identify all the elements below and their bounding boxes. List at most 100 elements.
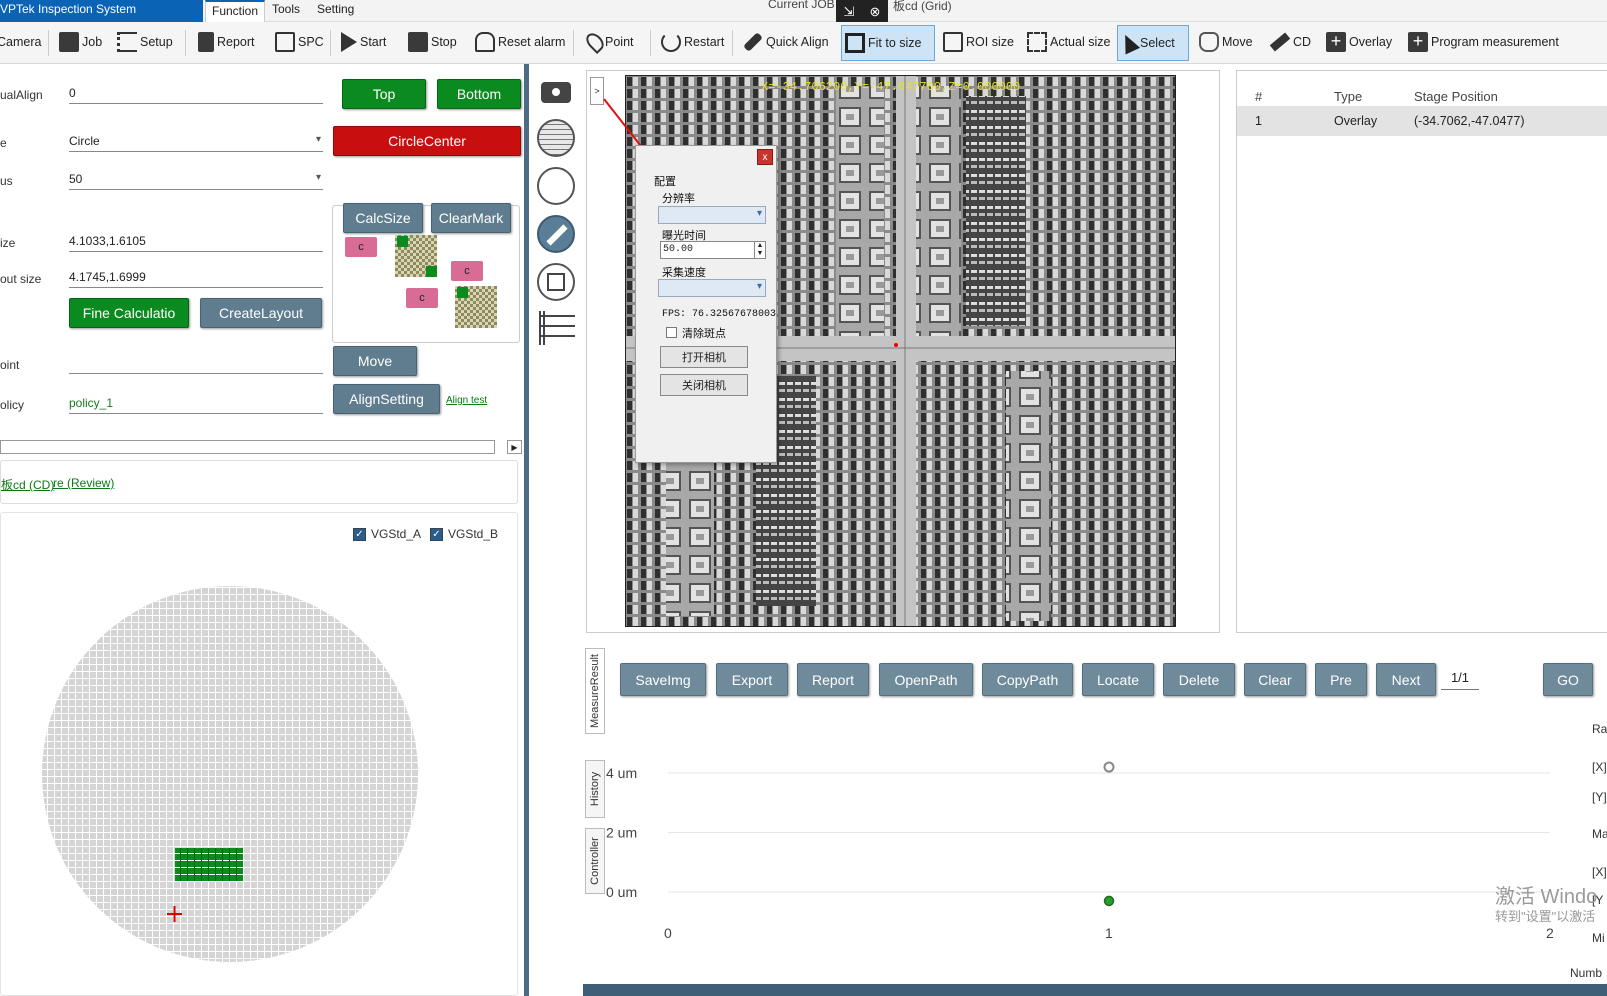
visual-align-field[interactable]: 0 bbox=[69, 86, 323, 104]
vgstd-b-checkbox[interactable]: ✓ VGStd_B bbox=[430, 527, 498, 541]
program-measurement-button[interactable]: + Program measurement bbox=[1405, 26, 1562, 58]
resolution-select[interactable] bbox=[658, 206, 766, 224]
calc-size-button[interactable]: CalcSize bbox=[343, 203, 423, 233]
dialog-close-button[interactable]: x bbox=[757, 149, 773, 165]
recipe-links: 板cd (CD) re (Review) bbox=[0, 460, 518, 504]
type-select[interactable]: Circle bbox=[69, 134, 323, 152]
checklist-icon[interactable] bbox=[539, 311, 575, 345]
plus-icon: + bbox=[1326, 32, 1346, 52]
refresh-icon bbox=[661, 32, 681, 52]
fine-calculation-button[interactable]: Fine Calculatio bbox=[69, 298, 189, 328]
scroll-right-button[interactable]: ▶ bbox=[507, 440, 522, 454]
x-tick-label: 2 bbox=[1546, 925, 1554, 941]
point-label: Point bbox=[605, 35, 634, 49]
select-button[interactable]: Select bbox=[1117, 25, 1189, 61]
status-bar bbox=[583, 984, 1607, 996]
move-button[interactable]: Move bbox=[333, 346, 417, 376]
spc-label: SPC bbox=[298, 35, 324, 49]
top-button[interactable]: Top bbox=[342, 79, 426, 109]
reset-alarm-button[interactable]: Reset alarm bbox=[472, 26, 568, 58]
wafer-grid-icon[interactable] bbox=[537, 119, 575, 157]
policy-field[interactable]: policy_1 bbox=[69, 396, 323, 414]
mark-badge: c bbox=[406, 288, 438, 308]
align-setting-button[interactable]: AlignSetting bbox=[333, 384, 440, 414]
speed-select[interactable] bbox=[658, 279, 766, 297]
actual-size-button[interactable]: Actual size bbox=[1024, 26, 1113, 58]
job-button[interactable]: Job bbox=[56, 26, 105, 58]
move-tool-button[interactable]: Move bbox=[1196, 26, 1256, 58]
export-button[interactable]: Export bbox=[716, 663, 788, 696]
location-pin-icon bbox=[582, 29, 608, 55]
activation-watermark: 激活 Windo bbox=[1495, 886, 1598, 908]
table-row[interactable]: 1 Overlay (-34.7062,-47.0477) bbox=[1237, 106, 1607, 136]
layout-size-field[interactable]: 4.1745,1.6999 bbox=[69, 270, 323, 288]
chart-icon bbox=[275, 32, 295, 52]
menu-setting[interactable]: Setting bbox=[311, 0, 360, 22]
review-recipe-link[interactable]: re (Review) bbox=[53, 476, 114, 490]
menu-function[interactable]: Function bbox=[205, 0, 266, 22]
max-x-label: [X] bbox=[1592, 865, 1607, 879]
clear-button[interactable]: Clear bbox=[1244, 663, 1306, 696]
floating-control-bar: ⇲ ⊗ bbox=[836, 0, 888, 24]
cd-recipe-link[interactable]: 板cd (CD) bbox=[1, 476, 54, 493]
pin-icon[interactable]: ⇲ bbox=[844, 4, 855, 20]
align-test-link[interactable]: Align test bbox=[446, 395, 487, 406]
locate-button[interactable]: Locate bbox=[1082, 663, 1154, 696]
number-label: Numb bbox=[1570, 966, 1603, 980]
vgstd-a-checkbox[interactable]: ✓ VGStd_A bbox=[353, 527, 421, 541]
close-icon[interactable]: ⊗ bbox=[870, 4, 881, 20]
job-title-tail: 板cd (Grid) bbox=[893, 0, 952, 13]
data-point bbox=[1103, 895, 1115, 907]
report-result-button[interactable]: Report bbox=[797, 663, 869, 696]
spin-arrows-icon[interactable]: ▲ ▼ bbox=[754, 242, 765, 258]
go-button[interactable]: GO bbox=[1543, 663, 1593, 696]
start-button[interactable]: Start bbox=[338, 26, 389, 58]
create-layout-button[interactable]: CreateLayout bbox=[200, 298, 322, 328]
stop-button[interactable]: Stop bbox=[405, 26, 460, 58]
cursor-icon bbox=[1117, 31, 1141, 55]
overlay-button[interactable]: + Overlay bbox=[1323, 26, 1395, 58]
menu-tools[interactable]: Tools bbox=[266, 0, 306, 22]
open-path-button[interactable]: OpenPath bbox=[879, 663, 973, 696]
wafer-map[interactable] bbox=[41, 553, 441, 993]
roi-size-label: ROI size bbox=[966, 35, 1014, 49]
camera-button[interactable]: Camera bbox=[0, 26, 44, 58]
move-tool-label: Move bbox=[1222, 35, 1253, 49]
wafer-list-icon[interactable] bbox=[537, 167, 575, 205]
quick-align-button[interactable]: Quick Align bbox=[740, 26, 832, 58]
toolbar-divider bbox=[573, 30, 574, 56]
clear-spots-checkbox[interactable] bbox=[666, 327, 677, 338]
page-input[interactable]: 1/1 bbox=[1441, 670, 1479, 690]
restart-button[interactable]: Restart bbox=[658, 26, 727, 58]
selected-dies[interactable] bbox=[175, 848, 243, 881]
image-icon[interactable] bbox=[537, 263, 575, 301]
point-button[interactable]: Point bbox=[582, 26, 637, 58]
vgstd-b-label: VGStd_B bbox=[448, 527, 499, 541]
close-camera-button[interactable]: 关闭相机 bbox=[660, 374, 748, 396]
camera-icon[interactable] bbox=[537, 73, 575, 111]
roi-size-button[interactable]: ROI size bbox=[940, 26, 1017, 58]
radius-select[interactable]: 50 bbox=[69, 172, 323, 190]
spc-button[interactable]: SPC bbox=[272, 26, 327, 58]
expand-icon bbox=[1027, 32, 1047, 52]
measure-tool-icon[interactable] bbox=[537, 215, 575, 253]
setup-button[interactable]: Setup bbox=[114, 26, 176, 58]
actual-size-label: Actual size bbox=[1050, 35, 1111, 49]
report-button[interactable]: Report bbox=[195, 26, 258, 58]
point-field[interactable] bbox=[69, 356, 323, 374]
previous-button[interactable]: Pre bbox=[1315, 663, 1367, 696]
wafer-map-panel: ✓ VGStd_A ✓ VGStd_B bbox=[0, 512, 518, 996]
open-camera-button[interactable]: 打开相机 bbox=[660, 346, 748, 368]
fit-to-size-button[interactable]: Fit to size bbox=[841, 25, 935, 61]
start-label: Start bbox=[360, 35, 387, 49]
copy-path-button[interactable]: CopyPath bbox=[982, 663, 1073, 696]
circle-center-button[interactable]: CircleCenter bbox=[333, 126, 521, 156]
save-image-button[interactable]: SaveImg bbox=[620, 663, 706, 696]
exposure-input[interactable]: 50.00 bbox=[660, 241, 766, 259]
delete-button[interactable]: Delete bbox=[1163, 663, 1235, 696]
bottom-button[interactable]: Bottom bbox=[437, 79, 521, 109]
next-button[interactable]: Next bbox=[1376, 663, 1436, 696]
clear-mark-button[interactable]: ClearMark bbox=[431, 203, 511, 233]
cd-button[interactable]: CD bbox=[1267, 26, 1314, 58]
size-field[interactable]: 4.1033,1.6105 bbox=[69, 234, 323, 252]
